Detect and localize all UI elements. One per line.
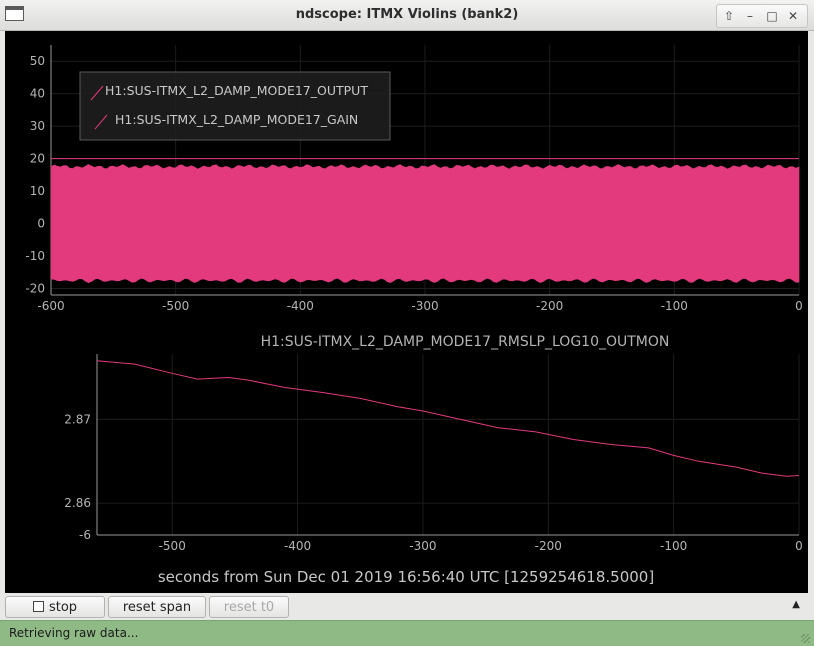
window-title: ndscope: ITMX Violins (bank2)	[295, 7, 519, 22]
up-arrow-icon[interactable]: ⇧	[719, 7, 739, 25]
plot2-x-tick: -400	[284, 539, 311, 553]
plot2-y-tick: 2.86	[64, 496, 91, 510]
plot1-y-tick: 10	[30, 184, 45, 198]
close-icon[interactable]: ✕	[783, 7, 803, 25]
control-bar: stop reset span reset t0 ▲	[0, 593, 814, 620]
plot-area[interactable]: 50 40 30 20 10 0 -10 -20 -600 -500 -400 …	[5, 31, 808, 593]
plot2-x-ticks: -500 -400 -300 -200 -100 0	[159, 539, 803, 553]
plot1-y-tick: 0	[37, 217, 45, 231]
plot1-x-tick: -300	[411, 299, 438, 313]
stop-checkbox-icon[interactable]	[32, 601, 44, 612]
plot1-x-tick: -200	[536, 299, 563, 313]
plot2-y-tick: -6	[79, 528, 91, 542]
plot1-y-tick: 30	[30, 119, 45, 133]
plot1-y-tick: 50	[30, 54, 45, 68]
legend-label-output: H1:SUS-ITMX_L2_DAMP_MODE17_OUTPUT	[105, 83, 368, 98]
plot1-x-tick: -400	[287, 299, 314, 313]
minimize-icon[interactable]: –	[740, 7, 760, 25]
window-titlebar: ndscope: ITMX Violins (bank2) ⇧ – □ ✕	[0, 0, 814, 31]
plot1-x-tick: -500	[162, 299, 189, 313]
reset-span-button[interactable]: reset span	[108, 596, 206, 618]
plot1-y-ticks: 50 40 30 20 10 0 -10 -20	[25, 54, 45, 295]
status-text: Retrieving raw data...	[9, 626, 139, 640]
plot2-x-tick: -200	[535, 539, 562, 553]
plot2-grid	[97, 354, 800, 535]
plot2-x-tick: 0	[795, 539, 803, 553]
plot1-y-tick: 40	[30, 87, 45, 101]
plot1-legend[interactable]: H1:SUS-ITMX_L2_DAMP_MODE17_OUTPUT H1:SUS…	[79, 71, 391, 141]
legend-label-gain: H1:SUS-ITMX_L2_DAMP_MODE17_GAIN	[115, 112, 358, 127]
collapse-arrow-icon[interactable]: ▲	[792, 599, 800, 610]
plot2-series-rmslp	[96, 360, 800, 477]
plot2-x-tick: -300	[409, 539, 436, 553]
plot2-y-ticks: 2.87 2.86 -6	[64, 412, 91, 542]
reset-t0-button[interactable]: reset t0	[209, 596, 289, 618]
plot1-y-tick: 20	[30, 152, 45, 166]
plot1-x-tick: -600	[37, 299, 64, 313]
stop-button[interactable]: stop	[5, 596, 105, 618]
window-controls: ⇧ – □ ✕	[716, 4, 808, 28]
plot1-x-tick: -100	[661, 299, 688, 313]
plot1-y-tick: -10	[25, 249, 45, 263]
plot2-y-tick: 2.87	[64, 412, 91, 426]
plot2-x-tick: -100	[660, 539, 687, 553]
status-bar: Retrieving raw data...	[0, 620, 814, 646]
plot1-series-output	[50, 164, 800, 284]
x-axis-label: seconds from Sun Dec 01 2019 16:56:40 UT…	[158, 568, 654, 586]
plot1-x-ticks: -600 -500 -400 -300 -200 -100 0	[37, 299, 802, 313]
plot1-x-tick: 0	[795, 299, 803, 313]
resize-grip-icon[interactable]	[801, 634, 810, 643]
plot2-x-tick: -500	[159, 539, 186, 553]
plots-svg[interactable]: 50 40 30 20 10 0 -10 -20 -600 -500 -400 …	[5, 31, 808, 593]
maximize-icon[interactable]: □	[762, 7, 782, 25]
plot2-title: H1:SUS-ITMX_L2_DAMP_MODE17_RMSLP_LOG10_O…	[261, 334, 670, 350]
plot1-y-tick: -20	[25, 282, 45, 296]
stop-label: stop	[48, 600, 78, 615]
